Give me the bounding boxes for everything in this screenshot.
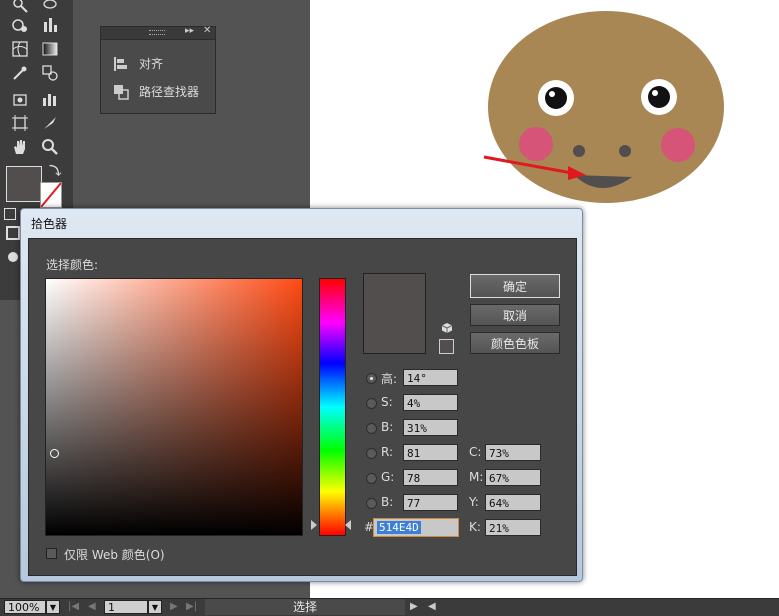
brightness-radio[interactable] [366, 423, 377, 434]
color-field[interactable] [45, 278, 303, 536]
brightness-field[interactable]: 31% [403, 419, 458, 436]
cancel-button[interactable]: 取消 [470, 304, 560, 326]
web-only-checkbox[interactable] [46, 548, 57, 559]
slice-icon[interactable] [38, 112, 62, 134]
artboard-icon[interactable] [8, 112, 32, 134]
zoom-icon[interactable] [38, 136, 62, 158]
panel-grip-icon[interactable] [149, 30, 165, 35]
color-picker-dialog: 拾色器 选择颜色: 确定 取消 颜色色板 高: 14° S: 4% B: 31% [20, 208, 583, 582]
yellow-label: Y: [469, 495, 479, 509]
cyan-label: C: [469, 445, 482, 459]
magenta-field[interactable]: 67% [485, 469, 541, 486]
magenta-label: M: [469, 470, 484, 484]
hue-field[interactable]: 14° [403, 369, 458, 386]
align-icon [114, 56, 127, 71]
web-only-label: 仅限 Web 颜色(O) [64, 548, 165, 562]
prev-page-icon[interactable]: ◀ [88, 601, 96, 612]
hex-value-selection: 514E4D [377, 521, 421, 534]
saturation-label: S: [381, 395, 393, 409]
left-eye-pupil [545, 87, 567, 109]
status-text: 选择 [205, 599, 405, 615]
right-eye-highlight [652, 90, 658, 96]
cyan-field[interactable]: 73% [485, 444, 541, 461]
blend-icon[interactable] [38, 62, 62, 84]
red-field[interactable]: 81 [403, 444, 458, 461]
hand-icon[interactable] [8, 136, 32, 158]
face-shape [488, 11, 724, 203]
draw-mode-icon[interactable] [6, 226, 20, 240]
stroke-swatch[interactable] [40, 182, 62, 208]
zoom-field[interactable]: 100% [4, 600, 46, 614]
brightness-label: B: [381, 420, 394, 434]
green-field[interactable]: 78 [403, 469, 458, 486]
first-page-icon[interactable]: |◀ [68, 601, 79, 612]
color-preview [363, 273, 426, 354]
blue-label: B: [381, 495, 394, 509]
page-dropdown-icon[interactable]: ▼ [148, 600, 162, 614]
ok-button[interactable]: 确定 [470, 274, 560, 298]
dialog-title: 拾色器 [31, 217, 68, 231]
black-label: K: [469, 520, 481, 534]
panel-item-label: 路径查找器 [139, 85, 200, 99]
out-of-web-gamut-icon[interactable] [441, 322, 453, 334]
bar-graph-icon[interactable] [38, 88, 62, 110]
hue-slider-left-handle[interactable] [311, 520, 317, 530]
default-colors-icon[interactable] [4, 208, 16, 220]
live-paint-icon[interactable] [8, 88, 32, 110]
red-radio[interactable] [366, 448, 377, 459]
status-menu-icon[interactable]: ▶ [410, 601, 418, 612]
blue-radio[interactable] [366, 498, 377, 509]
yellow-field[interactable]: 64% [485, 494, 541, 511]
color-swatches-button[interactable]: 颜色色板 [470, 332, 560, 354]
zoom-dropdown-icon[interactable]: ▼ [46, 600, 60, 614]
page-field[interactable]: 1 [104, 600, 148, 614]
right-cheek [661, 128, 695, 162]
panel-close-icon[interactable]: ✕ [203, 25, 211, 36]
screen-mode-icon[interactable] [6, 250, 20, 264]
next-page-icon[interactable]: ▶ [170, 601, 178, 612]
floating-panel: ▸▸ ✕ 对齐 路径查找器 [100, 25, 216, 114]
status-bar: 100% ▼ |◀ ◀ 1 ▼ ▶ ▶| 选择 ▶ ◀ [0, 598, 779, 616]
scroll-left-icon[interactable]: ◀ [428, 601, 436, 612]
eyedropper-icon[interactable] [8, 62, 32, 84]
blue-field[interactable]: 77 [403, 494, 458, 511]
left-eye-highlight [549, 91, 555, 97]
select-color-label: 选择颜色: [46, 258, 99, 272]
hue-slider-right-handle[interactable] [345, 520, 351, 530]
hue-radio[interactable] [366, 373, 377, 384]
black-field[interactable]: 21% [485, 519, 541, 536]
column-graph-icon[interactable] [38, 14, 62, 36]
panel-item-align[interactable]: 对齐 [113, 55, 163, 72]
mesh-icon[interactable] [8, 38, 32, 60]
color-field-cursor[interactable] [50, 449, 59, 458]
symbol-sprayer-icon[interactable] [8, 14, 32, 36]
saturation-field[interactable]: 4% [403, 394, 458, 411]
right-eye-pupil [648, 86, 670, 108]
fill-swatch[interactable] [6, 166, 42, 202]
last-page-icon[interactable]: ▶| [186, 601, 197, 612]
panel-expand-icon[interactable]: ▸▸ [185, 26, 194, 36]
left-cheek [519, 127, 553, 161]
green-label: G: [381, 470, 395, 484]
hue-label: 高: [381, 372, 398, 386]
gradient-icon[interactable] [38, 38, 62, 60]
right-nostril [619, 145, 631, 157]
green-radio[interactable] [366, 473, 377, 484]
saturation-radio[interactable] [366, 398, 377, 409]
hue-slider[interactable] [319, 278, 346, 536]
swap-fill-stroke-icon[interactable] [46, 162, 62, 178]
panel-item-pathfinder[interactable]: 路径查找器 [113, 83, 199, 100]
web-safe-color-swatch[interactable] [439, 339, 454, 354]
red-label: R: [381, 445, 394, 459]
panel-item-label: 对齐 [139, 57, 164, 71]
dialog-body: 选择颜色: 确定 取消 颜色色板 高: 14° S: 4% B: 31% R: [28, 238, 577, 576]
left-nostril [573, 145, 585, 157]
panel-header[interactable]: ▸▸ ✕ [101, 25, 215, 40]
hex-field[interactable]: 514E4D [373, 518, 459, 537]
pathfinder-icon [114, 84, 129, 100]
